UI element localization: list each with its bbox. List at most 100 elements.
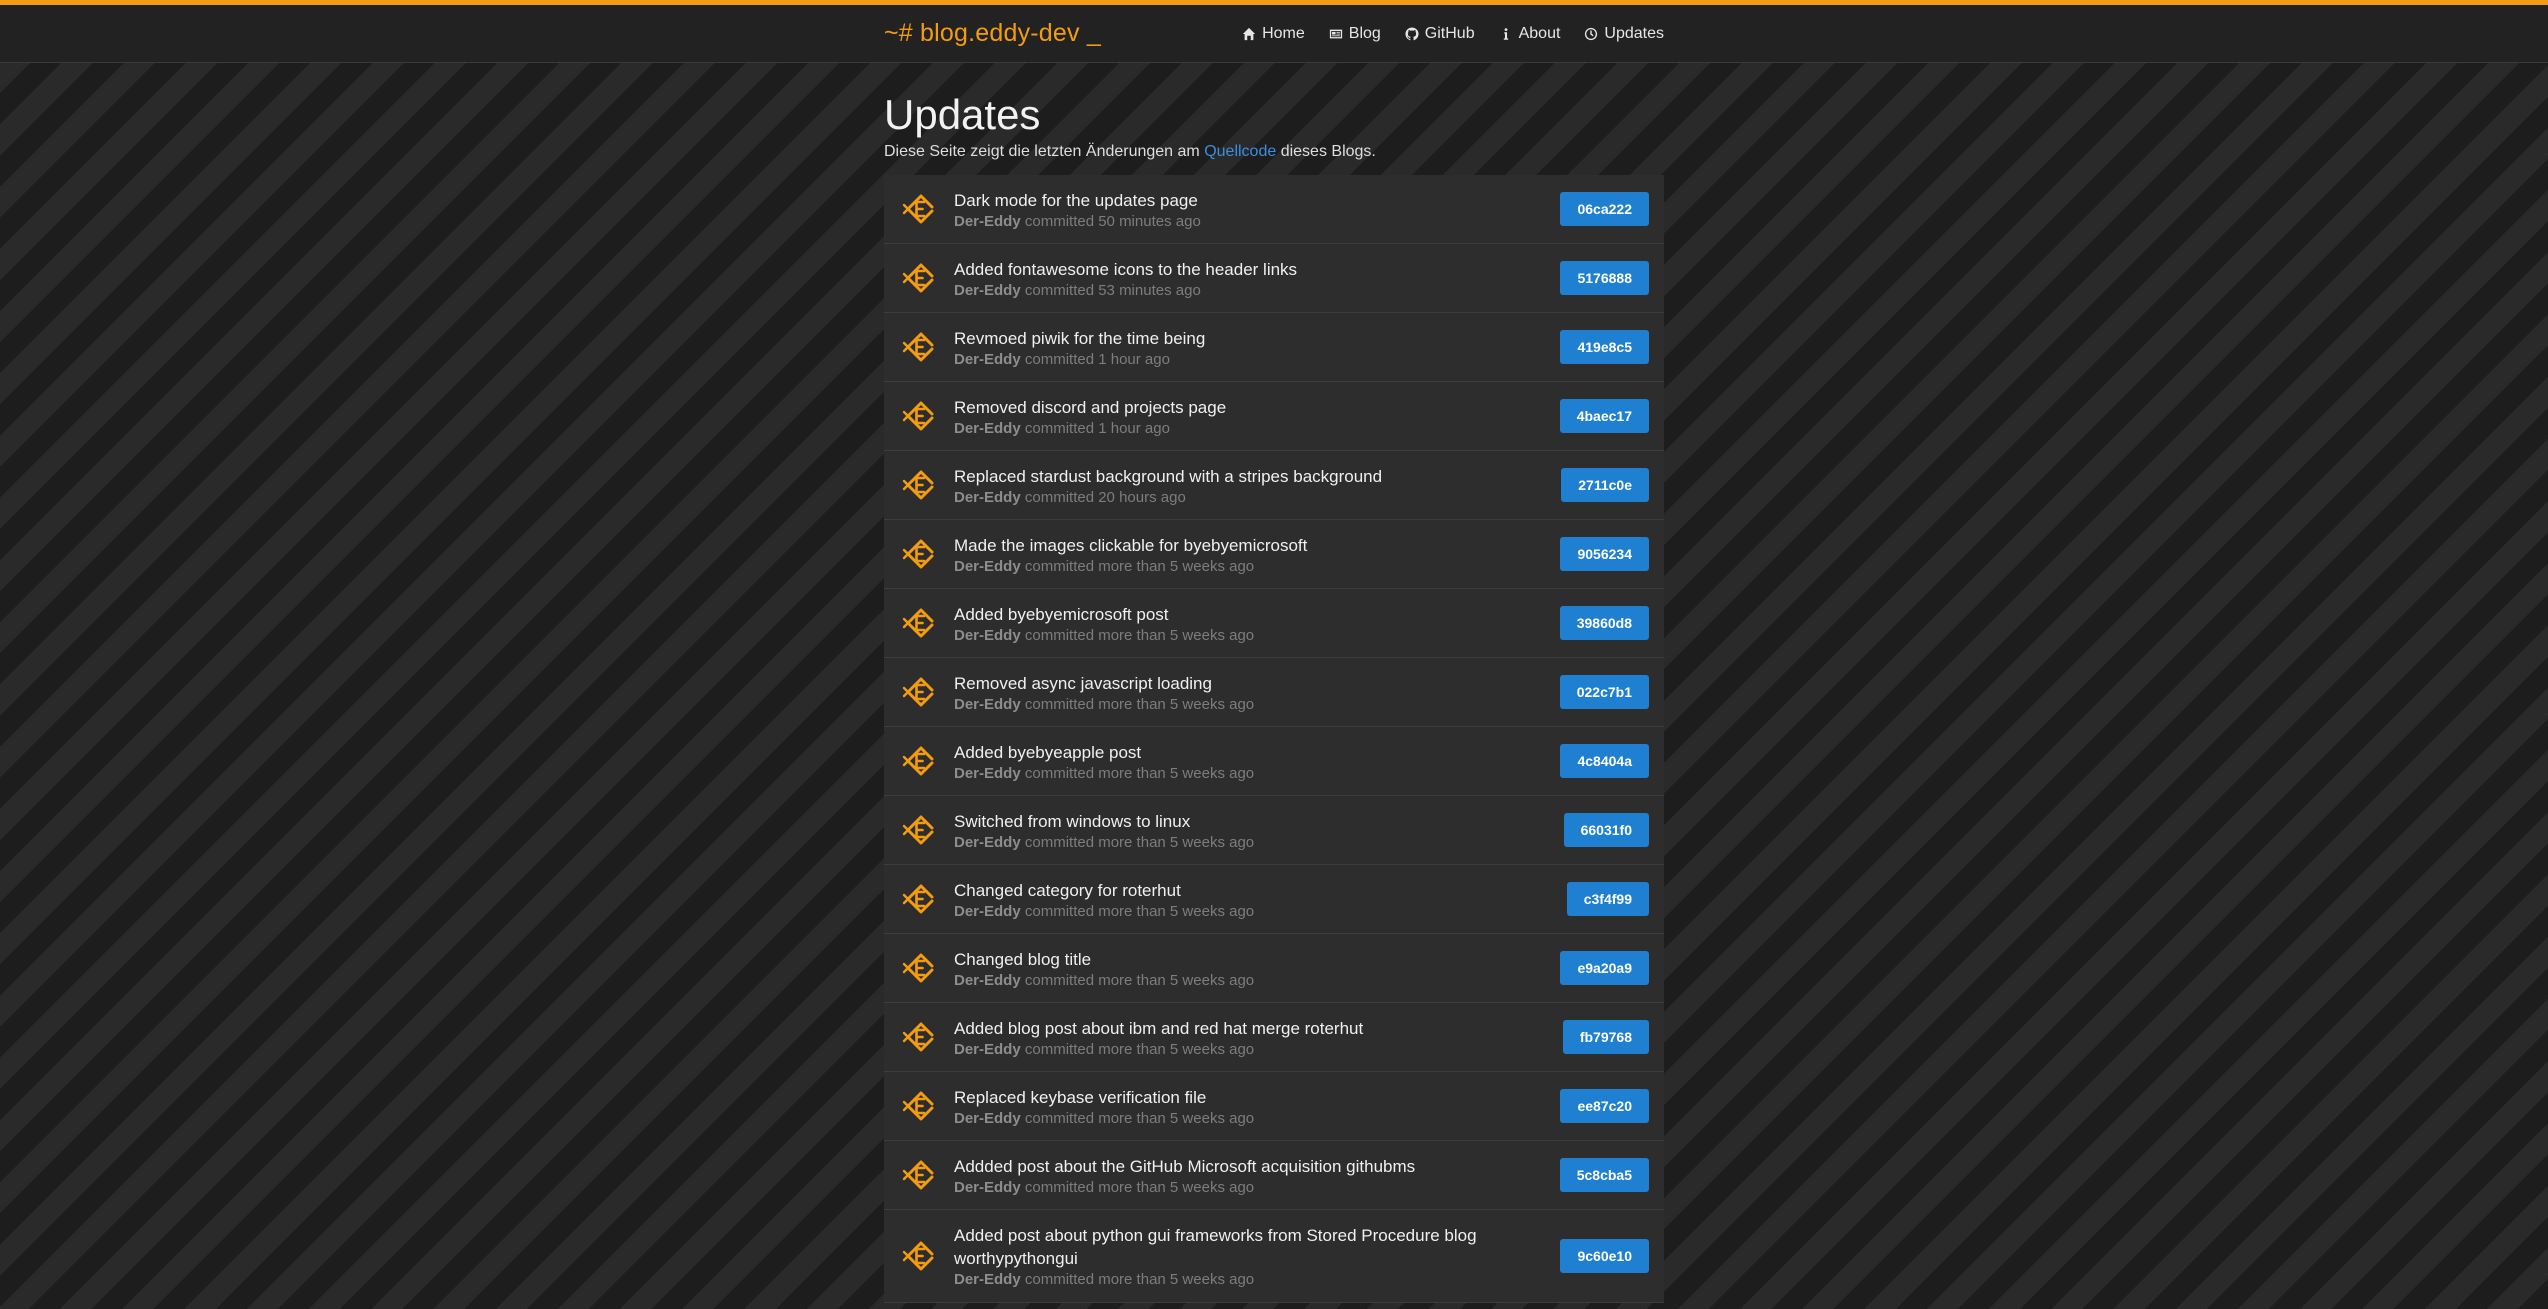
page-title: Updates <box>884 91 1041 138</box>
commit-message: Changed category for roterhut <box>954 880 1181 900</box>
nav-github-label: GitHub <box>1424 24 1475 42</box>
commit-time: committed more than 5 weeks ago <box>1024 557 1255 575</box>
commit-text: Added post about python gui frameworks f… <box>954 1215 1548 1297</box>
commit-text: Addded post about the GitHub Microsoft a… <box>954 1146 1548 1205</box>
nav-about[interactable]: About <box>1499 24 1561 43</box>
commit-sha-button[interactable]: 2711c0e <box>1561 468 1649 502</box>
source-code-link[interactable]: Quellcode <box>1204 143 1276 160</box>
commit-meta: Der-Eddy committed more than 5 weeks ago <box>954 765 1548 782</box>
commit-sha-button[interactable]: ee87c20 <box>1560 1089 1649 1123</box>
commit-text: Changed category for roterhut Der-Eddy c… <box>954 870 1555 929</box>
commit-meta: Der-Eddy committed more than 5 weeks ago <box>954 558 1548 575</box>
nav-blog-label: Blog <box>1348 24 1381 42</box>
commit-meta: Der-Eddy committed more than 5 weeks ago <box>954 1041 1551 1058</box>
commit-author[interactable]: Der-Eddy <box>954 696 1021 713</box>
git-commit-icon <box>902 677 934 707</box>
commit-text: Switched from windows to linux Der-Eddy … <box>954 801 1552 860</box>
commit-author[interactable]: Der-Eddy <box>954 903 1021 920</box>
commit-author[interactable]: Der-Eddy <box>954 282 1021 299</box>
commit-sha-button[interactable]: 9c60e10 <box>1560 1239 1649 1273</box>
commit-sha-button[interactable]: 022c7b1 <box>1559 675 1649 709</box>
commit-sha-button[interactable]: 9056234 <box>1560 537 1649 571</box>
commit-sha-button[interactable]: 06ca222 <box>1560 192 1649 226</box>
commit-author[interactable]: Der-Eddy <box>954 765 1021 782</box>
git-commit-icon <box>902 194 934 224</box>
commit-row: Revmoed piwik for the time being Der-Edd… <box>884 313 1664 382</box>
commit-author[interactable]: Der-Eddy <box>954 351 1021 368</box>
nav-about-label: About <box>1518 24 1561 42</box>
nav-blog[interactable]: Blog <box>1329 25 1381 43</box>
commit-row: Added byebyeapple post Der-Eddy committe… <box>884 727 1664 796</box>
commit-sha-button[interactable]: 39860d8 <box>1559 606 1649 640</box>
commit-author[interactable]: Der-Eddy <box>954 1271 1021 1288</box>
commit-time: committed more than 5 weeks ago <box>1024 833 1255 851</box>
commit-time: committed more than 5 weeks ago <box>1024 695 1255 713</box>
github-icon <box>1405 26 1419 40</box>
commit-row: Dark mode for the updates page Der-Eddy … <box>884 175 1664 244</box>
commit-author[interactable]: Der-Eddy <box>954 834 1021 851</box>
commit-row: Removed async javascript loading Der-Edd… <box>884 658 1664 727</box>
commit-row: Removed discord and projects page Der-Ed… <box>884 382 1664 451</box>
git-commit-icon <box>902 470 934 500</box>
commit-sha-button[interactable]: fb79768 <box>1562 1020 1649 1054</box>
commit-sha-button[interactable]: e9a20a9 <box>1560 951 1649 985</box>
commit-text: Replaced stardust background with a stri… <box>954 456 1549 515</box>
commit-author[interactable]: Der-Eddy <box>954 1110 1021 1127</box>
git-commit-icon <box>902 1241 934 1271</box>
commit-message: Made the images clickable for byebyemicr… <box>954 535 1308 555</box>
nav-home[interactable]: Home <box>1242 25 1305 43</box>
commit-meta: Der-Eddy committed more than 5 weeks ago <box>954 1271 1548 1288</box>
page-intro: Diese Seite zeigt die letzten Änderungen… <box>884 143 1664 161</box>
git-commit-icon <box>902 263 934 293</box>
commit-meta: Der-Eddy committed more than 5 weeks ago <box>954 627 1548 644</box>
commit-message: Addded post about the GitHub Microsoft a… <box>954 1156 1416 1176</box>
commit-message: Removed async javascript loading <box>954 673 1212 693</box>
commit-sha-button[interactable]: 4c8404a <box>1560 744 1649 778</box>
clock-icon <box>1585 27 1598 40</box>
commit-author[interactable]: Der-Eddy <box>954 558 1021 575</box>
commit-time: committed more than 5 weeks ago <box>1024 1178 1255 1196</box>
site-header: ~# blog.eddy-dev _ Home Blog GitHub Abou… <box>0 5 2548 63</box>
commit-message: Added blog post about ibm and red hat me… <box>954 1018 1364 1038</box>
nav-github[interactable]: GitHub <box>1405 25 1475 43</box>
commit-sha-button[interactable]: 4baec17 <box>1559 399 1649 433</box>
commit-time: committed 50 minutes ago <box>1024 212 1201 230</box>
commit-time: committed 1 hour ago <box>1024 350 1170 368</box>
git-commit-icon <box>902 539 934 569</box>
commit-message: Switched from windows to linux <box>954 811 1191 831</box>
commit-author[interactable]: Der-Eddy <box>954 627 1021 644</box>
commit-sha-button[interactable]: 66031f0 <box>1563 813 1649 847</box>
commit-time: committed 53 minutes ago <box>1024 281 1201 299</box>
commit-row: Added fontawesome icons to the header li… <box>884 244 1664 313</box>
commit-row: Replaced keybase verification file Der-E… <box>884 1072 1664 1141</box>
commit-author[interactable]: Der-Eddy <box>954 1179 1021 1196</box>
commit-author[interactable]: Der-Eddy <box>954 972 1021 989</box>
commit-text: Made the images clickable for byebyemicr… <box>954 525 1548 584</box>
commit-sha-button[interactable]: c3f4f99 <box>1566 882 1649 916</box>
commit-author[interactable]: Der-Eddy <box>954 1041 1021 1058</box>
commit-meta: Der-Eddy committed 1 hour ago <box>954 420 1548 437</box>
commit-text: Removed async javascript loading Der-Edd… <box>954 663 1548 722</box>
commit-time: committed 1 hour ago <box>1024 419 1170 437</box>
intro-text-before: Diese Seite zeigt die letzten Änderungen… <box>884 143 1205 160</box>
commit-sha-button[interactable]: 419e8c5 <box>1560 330 1649 364</box>
git-commit-icon <box>902 815 934 845</box>
commit-sha-button[interactable]: 5176888 <box>1560 261 1649 295</box>
git-commit-icon <box>902 401 934 431</box>
commit-row: Added byebyemicrosoft post Der-Eddy comm… <box>884 589 1664 658</box>
commit-time: committed 20 hours ago <box>1024 488 1186 506</box>
commit-sha-button[interactable]: 5c8cba5 <box>1559 1158 1649 1192</box>
commit-time: committed more than 5 weeks ago <box>1024 971 1255 989</box>
commit-time: committed more than 5 weeks ago <box>1024 1271 1255 1288</box>
commit-time: committed more than 5 weeks ago <box>1024 626 1255 644</box>
commit-time: committed more than 5 weeks ago <box>1024 1040 1255 1058</box>
commit-message: Replaced stardust background with a stri… <box>954 466 1383 486</box>
git-commit-icon <box>902 608 934 638</box>
commit-message: Dark mode for the updates page <box>954 190 1198 210</box>
site-brand[interactable]: ~# blog.eddy-dev _ <box>884 19 1101 48</box>
nav-updates[interactable]: Updates <box>1584 25 1664 43</box>
commit-author[interactable]: Der-Eddy <box>954 489 1021 506</box>
commit-message: Changed blog title <box>954 949 1092 969</box>
commit-author[interactable]: Der-Eddy <box>954 420 1021 437</box>
commit-author[interactable]: Der-Eddy <box>954 213 1021 230</box>
